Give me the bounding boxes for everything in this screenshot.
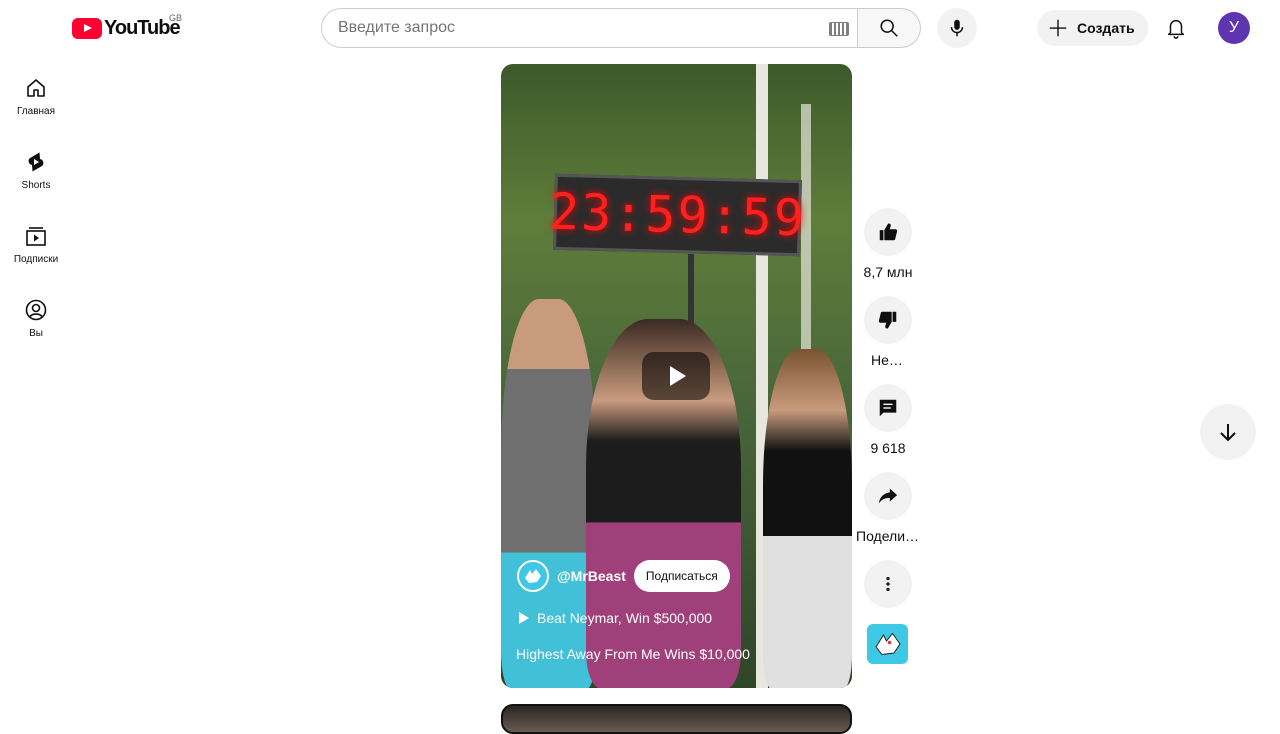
channel-row: @MrBeast Подписаться <box>517 560 730 592</box>
next-video-button[interactable] <box>1200 404 1256 460</box>
share-action: Поделиться <box>852 472 924 560</box>
share-arrow-icon <box>878 488 898 504</box>
you-icon <box>25 299 47 321</box>
search-button[interactable] <box>858 8 921 48</box>
bell-icon <box>1167 20 1185 39</box>
person-right <box>763 349 852 688</box>
sidebar-item-label: Shorts <box>21 180 51 191</box>
playlist-play-icon <box>519 612 529 624</box>
comments-action: 9 618 <box>852 384 924 472</box>
arrow-down-icon <box>1220 424 1236 442</box>
keyboard-icon[interactable] <box>829 22 849 36</box>
notifications-button[interactable] <box>1156 8 1196 48</box>
mrbeast-logo-icon <box>874 632 901 655</box>
playlist-title: Beat Neymar, Win $500,000 <box>537 610 713 626</box>
account-avatar[interactable]: У <box>1218 12 1250 44</box>
search-box <box>321 8 858 48</box>
subscribe-button[interactable]: Подписаться <box>633 560 730 592</box>
create-button[interactable]: Создать <box>1037 10 1148 46</box>
share-label: Поделиться <box>856 528 920 544</box>
create-label: Создать <box>1077 20 1135 36</box>
like-button[interactable] <box>864 208 912 256</box>
search-input[interactable] <box>338 19 808 37</box>
thumbs-down-icon <box>878 311 897 329</box>
action-bar: 8,7 млн Не нравится 9 618 Поделиться <box>852 208 924 648</box>
like-count: 8,7 млн <box>863 264 913 280</box>
search-icon <box>880 19 898 37</box>
mrbeast-logo-icon <box>525 569 541 583</box>
play-button[interactable] <box>642 352 710 400</box>
countdown-timer-sign: 23:59:59 <box>548 173 807 257</box>
shorts-video-player[interactable]: 23:59:59 @MrBeast Подписаться Beat Neyma… <box>501 64 852 688</box>
playlist-link[interactable]: Beat Neymar, Win $500,000 <box>519 610 712 626</box>
microphone-icon <box>950 19 964 37</box>
sidebar-item-subscriptions[interactable]: Подписки <box>4 208 68 282</box>
dislike-action: Не нравится <box>852 296 924 384</box>
sidebar-item-you[interactable]: Вы <box>4 282 68 356</box>
top-bar: YouTube GB Создать <box>0 0 1280 56</box>
comment-count: 9 618 <box>870 440 906 456</box>
sidebar: Главная Shorts Подписки Вы <box>4 60 68 356</box>
dislike-label: Не нравится <box>871 352 905 368</box>
more-options-button[interactable] <box>864 560 912 608</box>
like-action: 8,7 млн <box>852 208 924 296</box>
youtube-play-logo-icon <box>72 18 102 39</box>
youtube-logo[interactable]: YouTube <box>72 17 181 40</box>
sidebar-item-label: Вы <box>29 328 43 339</box>
video-title[interactable]: Highest Away From Me Wins $10,000 <box>516 646 750 662</box>
dislike-button[interactable] <box>864 296 912 344</box>
search-bar <box>321 8 921 48</box>
plus-icon <box>1049 19 1067 37</box>
subscriptions-icon <box>26 227 46 246</box>
channel-name[interactable]: @MrBeast <box>557 568 626 584</box>
thumbs-up-icon <box>879 223 898 241</box>
shorts-icon <box>28 152 44 172</box>
sidebar-item-shorts[interactable]: Shorts <box>4 134 68 208</box>
comment-icon <box>879 399 897 417</box>
next-short-preview[interactable] <box>501 704 852 734</box>
comments-button[interactable] <box>864 384 912 432</box>
sound-thumbnail[interactable] <box>867 624 908 664</box>
sidebar-item-home[interactable]: Главная <box>4 60 68 134</box>
sidebar-item-label: Подписки <box>13 254 59 265</box>
sidebar-item-label: Главная <box>16 106 56 117</box>
logo-region-code: GB <box>169 13 183 23</box>
voice-search-button[interactable] <box>937 8 977 48</box>
channel-avatar[interactable] <box>517 560 549 592</box>
timer-text: 23:59:59 <box>548 182 807 248</box>
home-icon <box>27 79 45 97</box>
share-button[interactable] <box>864 472 912 520</box>
person-left <box>501 299 596 688</box>
more-vertical-icon <box>886 576 890 592</box>
